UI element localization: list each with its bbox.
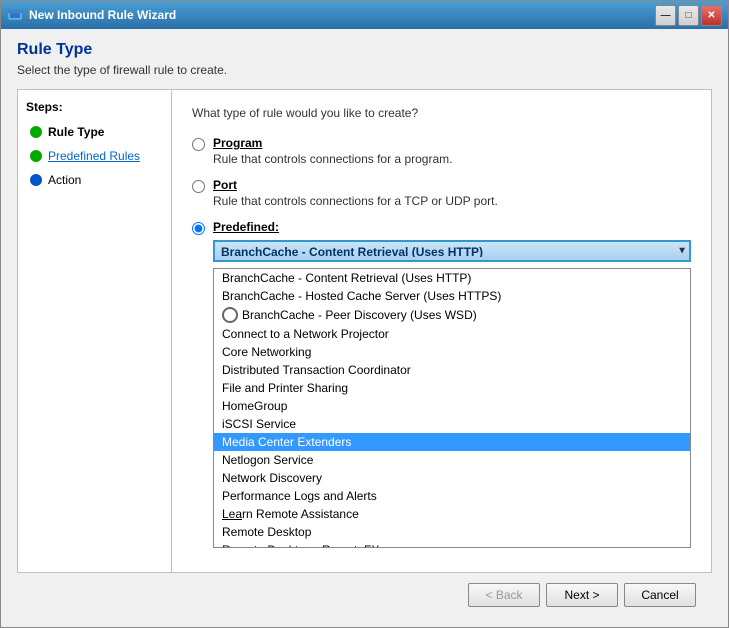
title-bar: New Inbound Rule Wizard — □ ✕ xyxy=(1,1,728,29)
content-question: What type of rule would you like to crea… xyxy=(192,106,691,120)
list-item[interactable]: Remote Desktop xyxy=(214,523,690,541)
step-label-rule-type: Rule Type xyxy=(48,125,104,139)
page-subtitle: Select the type of firewall rule to crea… xyxy=(17,63,712,77)
minimize-button[interactable]: — xyxy=(655,5,676,26)
predefined-radio[interactable] xyxy=(192,222,205,235)
list-item[interactable]: Core Networking xyxy=(214,343,690,361)
list-item[interactable]: File and Printer Sharing xyxy=(214,379,690,397)
predefined-listbox[interactable]: BranchCache - Content Retrieval (Uses HT… xyxy=(213,268,691,548)
window-body: Rule Type Select the type of firewall ru… xyxy=(1,29,728,627)
list-item[interactable]: Distributed Transaction Coordinator xyxy=(214,361,690,379)
list-item[interactable]: BranchCache - Content Retrieval (Uses HT… xyxy=(214,269,690,287)
step-bullet-action xyxy=(30,174,42,186)
wizard-window: New Inbound Rule Wizard — □ ✕ Rule Type … xyxy=(0,0,729,628)
list-item[interactable]: BranchCache - Peer Discovery (Uses WSD) xyxy=(214,305,690,325)
port-radio[interactable] xyxy=(192,180,205,193)
list-item[interactable]: Netlogon Service xyxy=(214,451,690,469)
steps-label: Steps: xyxy=(26,100,163,114)
main-area: Steps: Rule Type Predefined Rules Action… xyxy=(17,89,712,573)
program-desc: Rule that controls connections for a pro… xyxy=(213,152,452,166)
steps-panel: Steps: Rule Type Predefined Rules Action xyxy=(17,89,172,573)
step-action[interactable]: Action xyxy=(26,170,163,190)
predefined-section: Predefined: BranchCache - Content Retrie… xyxy=(192,220,691,548)
list-item[interactable]: Performance Logs and Alerts xyxy=(214,487,690,505)
step-bullet-predefined xyxy=(30,150,42,162)
predefined-label: Predefined: xyxy=(213,220,691,234)
predefined-content: Predefined: BranchCache - Content Retrie… xyxy=(213,220,691,548)
content-panel: What type of rule would you like to crea… xyxy=(172,89,712,573)
program-option: Program Rule that controls connections f… xyxy=(192,136,691,166)
list-item[interactable]: Connect to a Network Projector xyxy=(214,325,690,343)
port-label: Port xyxy=(213,178,498,192)
step-bullet-rule-type xyxy=(30,126,42,138)
list-item-selected[interactable]: Media Center Extenders xyxy=(214,433,690,451)
list-item[interactable]: Learn Remote Assistance xyxy=(214,505,690,523)
back-button[interactable]: < Back xyxy=(468,583,540,607)
step-rule-type[interactable]: Rule Type xyxy=(26,122,163,142)
list-item-radio-placeholder xyxy=(222,307,238,323)
list-item[interactable]: Network Discovery xyxy=(214,469,690,487)
port-text: Port Rule that controls connections for … xyxy=(213,178,498,208)
window-icon xyxy=(7,7,23,23)
list-item[interactable]: Remote Desktop - RemoteFX xyxy=(214,541,690,548)
predefined-dropdown[interactable]: BranchCache - Content Retrieval (Uses HT… xyxy=(213,240,691,262)
step-label-action: Action xyxy=(48,173,81,187)
page-title: Rule Type xyxy=(17,41,712,59)
program-radio[interactable] xyxy=(192,138,205,151)
step-predefined-rules[interactable]: Predefined Rules xyxy=(26,146,163,166)
cancel-button[interactable]: Cancel xyxy=(624,583,696,607)
program-text: Program Rule that controls connections f… xyxy=(213,136,452,166)
port-option: Port Rule that controls connections for … xyxy=(192,178,691,208)
predefined-dropdown-wrapper: BranchCache - Content Retrieval (Uses HT… xyxy=(213,240,691,262)
close-button[interactable]: ✕ xyxy=(701,5,722,26)
window-controls: — □ ✕ xyxy=(655,5,722,26)
list-item[interactable]: iSCSI Service xyxy=(214,415,690,433)
list-item[interactable]: HomeGroup xyxy=(214,397,690,415)
maximize-button[interactable]: □ xyxy=(678,5,699,26)
window-title: New Inbound Rule Wizard xyxy=(29,8,655,22)
next-button[interactable]: Next > xyxy=(546,583,618,607)
program-label: Program xyxy=(213,136,452,150)
step-label-predefined: Predefined Rules xyxy=(48,149,140,163)
bottom-bar: < Back Next > Cancel xyxy=(17,573,712,611)
list-item[interactable]: BranchCache - Hosted Cache Server (Uses … xyxy=(214,287,690,305)
port-desc: Rule that controls connections for a TCP… xyxy=(213,194,498,208)
